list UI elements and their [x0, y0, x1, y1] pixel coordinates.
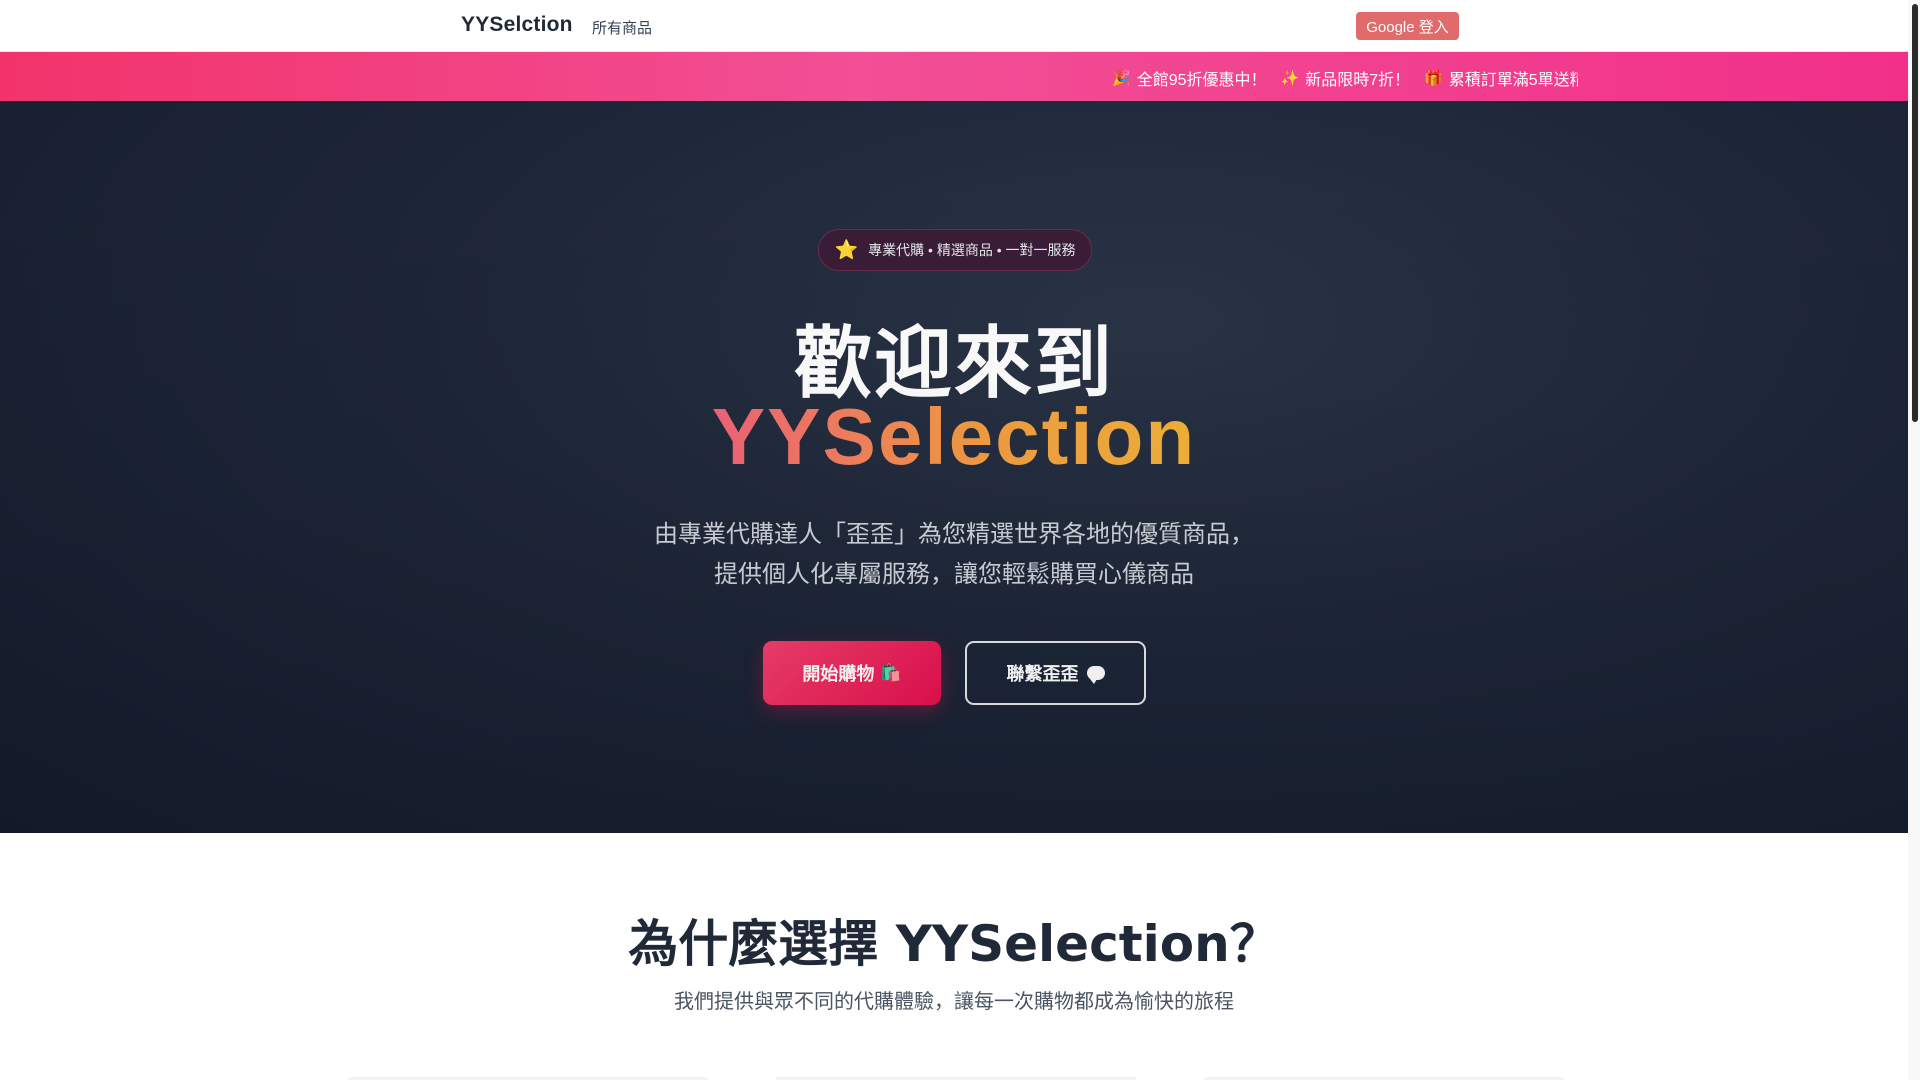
top-navbar: YYSelction 所有商品 Google 登入 [0, 0, 1908, 52]
contact-label: 聯繫歪歪 [1006, 664, 1079, 684]
sparkles-icon: ✨ [1280, 70, 1300, 87]
gift-icon: 🎁 [1424, 70, 1443, 87]
start-shopping-button[interactable]: 開始購物 🛍️ [763, 641, 941, 705]
hero-badge-text: 專業代購 • 精選商品 • 一對一服務 [868, 242, 1076, 258]
brand-logo-text[interactable]: YYSelction [461, 13, 573, 37]
contact-button[interactable]: 聯繫歪歪 [965, 641, 1146, 705]
hero-badge: ⭐ 專業代購 • 精選商品 • 一對一服務 [818, 229, 1092, 271]
promo-item: ✨ 新品限時7折！ [1281, 66, 1411, 90]
why-section-subtitle: 我們提供與眾不同的代購體驗，讓每一次購物都成為愉快的旅程 [674, 991, 1234, 1013]
hero-section: ⭐ 專業代購 • 精選商品 • 一對一服務 歡迎來到 YYSelection 由… [0, 101, 1908, 833]
star-icon: ⭐ [834, 239, 859, 261]
promo-item-text: 新品限時7折！ [1305, 72, 1411, 89]
promo-item-text: 累積訂單滿5單送精美 [1448, 72, 1578, 89]
start-shopping-label: 開始購物 [802, 664, 875, 684]
promo-ticker-window: 🎉 全館95折優惠中！ ✨ 新品限時7折！ 🎁 累積訂單滿5單送精美 [1100, 52, 1578, 101]
shopping-bags-icon: 🛍️ [880, 663, 902, 682]
page-scrollbar-thumb[interactable] [1912, 4, 1918, 422]
promo-item: 🎉 全館95折優惠中！ [1112, 66, 1267, 90]
promo-item-text: 全館95折優惠中！ [1136, 72, 1267, 89]
hero-subtitle-line: 由專業代購達人「歪歪」為您精選世界各地的優質商品， [654, 521, 1254, 548]
hero-subtitle-line: 提供個人化專屬服務，讓您輕鬆購買心儀商品 [714, 561, 1194, 588]
hero-title-brand: YYSelection [0, 391, 1908, 483]
why-section-title: 為什麼選擇 YYSelection？ [628, 915, 1280, 973]
nav-link-all-products[interactable]: 所有商品 [592, 17, 652, 38]
speech-bubble-icon [1086, 666, 1105, 684]
party-popper-icon: 🎉 [1112, 70, 1131, 87]
hero-subtitle: 由專業代購達人「歪歪」為您精選世界各地的優質商品， 提供個人化專屬服務，讓您輕鬆… [0, 515, 1908, 595]
promo-ticker-track: 🎉 全館95折優惠中！ ✨ 新品限時7折！ 🎁 累積訂單滿5單送精美 [1112, 66, 1578, 90]
promo-item: 🎁 累積訂單滿5單送精美 [1424, 66, 1578, 90]
google-login-button[interactable]: Google 登入 [1356, 12, 1459, 40]
hero-brand-name: YYSelection [711, 392, 1197, 481]
promo-announcement-bar: 🎉 全館95折優惠中！ ✨ 新品限時7折！ 🎁 累積訂單滿5單送精美 [0, 52, 1908, 101]
